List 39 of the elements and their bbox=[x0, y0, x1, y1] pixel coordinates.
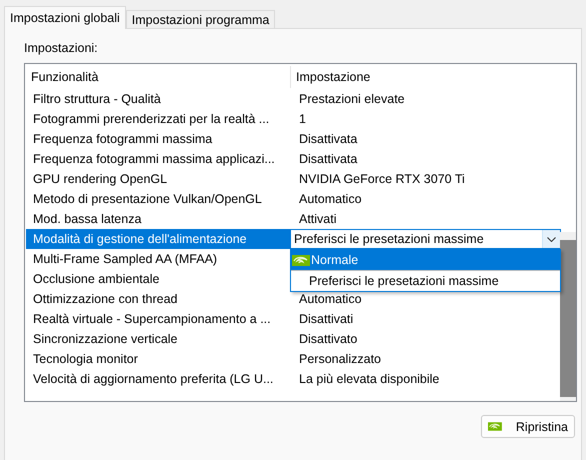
settings-label: Impostazioni: bbox=[24, 41, 99, 55]
tab[interactable]: Impostazioni globali bbox=[4, 6, 126, 29]
setting-cell-text: 1 bbox=[298, 111, 306, 128]
feature-cell[interactable]: Mod. bassa latenza bbox=[26, 209, 290, 229]
feature-cell[interactable]: Occlusione ambientale bbox=[26, 269, 290, 289]
feature-cell[interactable]: Frequenza fotogrammi massima applicazi... bbox=[26, 149, 290, 169]
feature-cell[interactable]: Fotogrammi prerenderizzati per la realtà ... bbox=[26, 109, 290, 129]
setting-cell-text: Attivati bbox=[298, 211, 337, 228]
setting-cell-text: Disattivata bbox=[298, 151, 358, 168]
tab[interactable]: Impostazioni programma bbox=[126, 10, 276, 29]
column-header[interactable]: Funzionalità bbox=[26, 66, 290, 88]
setting-cell-text: La più elevata disponibile bbox=[298, 371, 440, 388]
column-header[interactable]: Impostazione bbox=[290, 66, 560, 88]
dropdown-button[interactable] bbox=[542, 230, 560, 248]
setting-cell-text: Disattivata bbox=[298, 131, 358, 148]
feature-cell[interactable]: Frequenza fotogrammi massima bbox=[26, 129, 290, 149]
dropdown-value: Preferisci le presetazioni massime bbox=[293, 231, 485, 248]
feature-cell[interactable]: GPU rendering OpenGL bbox=[26, 169, 290, 189]
setting-cell-text: Personalizzato bbox=[298, 351, 381, 368]
feature-cell[interactable]: Filtro struttura - Qualità bbox=[26, 89, 290, 109]
setting-cell-text: Disattivato bbox=[298, 331, 358, 348]
feature-cell[interactable]: Sincronizzazione verticale bbox=[26, 329, 290, 349]
setting-cell-text: Prestazioni elevate bbox=[298, 91, 405, 108]
feature-cell[interactable]: Realtà virtuale - Supercampionamento a ... bbox=[26, 309, 290, 329]
feature-cell[interactable]: Tecnologia monitor bbox=[26, 349, 290, 369]
feature-cell[interactable]: Metodo di presentazione Vulkan/OpenGL bbox=[26, 189, 290, 209]
feature-cell[interactable]: Velocità di aggiornamento preferita (LG U... bbox=[26, 369, 290, 389]
setting-cell-text: Automatico bbox=[298, 191, 362, 208]
setting-cell-text: Disattivati bbox=[298, 311, 354, 328]
chevron-down-icon bbox=[547, 236, 556, 242]
setting-cell-text: Automatico bbox=[298, 291, 362, 308]
feature-cell[interactable]: Ottimizzazione con thread bbox=[26, 289, 290, 309]
restore-button[interactable]: Ripristina bbox=[481, 415, 575, 438]
setting-dropdown[interactable]: Preferisci le presetazioni massime bbox=[290, 229, 561, 249]
feature-cell[interactable]: Modalità di gestione dell'alimentazione bbox=[26, 229, 290, 249]
dropdown-option[interactable]: Preferisci le presetazioni massime bbox=[291, 271, 560, 291]
dropdown-option[interactable]: Normale bbox=[291, 250, 560, 271]
feature-cell[interactable]: Multi-Frame Sampled AA (MFAA) bbox=[26, 249, 290, 269]
setting-cell-text: NVIDIA GeForce RTX 3070 Ti bbox=[298, 171, 465, 188]
